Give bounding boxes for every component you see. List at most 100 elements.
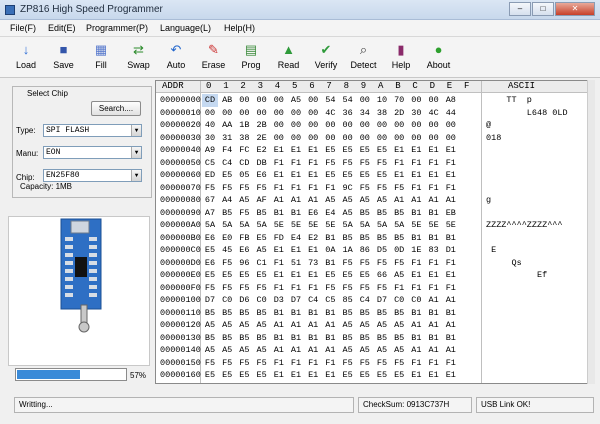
hex-byte[interactable]: F1: [426, 282, 442, 295]
hex-byte[interactable]: E2: [254, 144, 270, 157]
hex-byte[interactable]: F1: [322, 182, 338, 195]
hex-byte[interactable]: 5A: [254, 219, 270, 232]
hex-byte[interactable]: D7: [202, 294, 218, 307]
hex-byte[interactable]: E1: [305, 169, 321, 182]
hex-byte[interactable]: 00: [288, 107, 304, 120]
hex-byte[interactable]: F5: [202, 382, 218, 384]
hex-byte[interactable]: E5: [340, 369, 356, 382]
hex-byte[interactable]: E5: [202, 269, 218, 282]
hex-byte[interactable]: B5: [374, 207, 390, 220]
hex-byte[interactable]: 4C: [322, 107, 338, 120]
hex-byte[interactable]: F5: [202, 282, 218, 295]
hex-byte[interactable]: F1: [288, 282, 304, 295]
hex-byte[interactable]: E6: [202, 232, 218, 245]
hex-byte[interactable]: F1: [443, 282, 459, 295]
hex-byte[interactable]: 00: [408, 119, 424, 132]
hex-byte[interactable]: A1: [426, 319, 442, 332]
hex-byte[interactable]: A1: [443, 344, 459, 357]
hex-byte[interactable]: F1: [408, 382, 424, 384]
hex-byte[interactable]: 51: [288, 257, 304, 270]
hex-byte[interactable]: F1: [288, 157, 304, 170]
hex-byte[interactable]: E5: [374, 169, 390, 182]
hex-byte[interactable]: B5: [374, 307, 390, 320]
hex-byte[interactable]: F1: [408, 282, 424, 295]
hex-byte[interactable]: A1: [426, 194, 442, 207]
hex-byte[interactable]: DB: [254, 157, 270, 170]
hex-byte[interactable]: A4: [219, 194, 235, 207]
hex-byte[interactable]: 5A: [374, 219, 390, 232]
hex-byte[interactable]: E1: [288, 244, 304, 257]
hex-byte[interactable]: B5: [254, 307, 270, 320]
hex-byte[interactable]: EB: [443, 207, 459, 220]
hex-byte[interactable]: B5: [219, 307, 235, 320]
hex-byte[interactable]: AB: [219, 94, 235, 107]
manu-select[interactable]: EON ▼: [43, 146, 142, 159]
hex-byte[interactable]: B5: [391, 207, 407, 220]
hex-byte[interactable]: B5: [391, 332, 407, 345]
hex-byte[interactable]: C4: [357, 294, 373, 307]
hex-byte[interactable]: E1: [288, 369, 304, 382]
hex-byte[interactable]: F1: [305, 382, 321, 384]
hex-byte[interactable]: E5: [219, 169, 235, 182]
maximize-button[interactable]: □: [532, 2, 554, 16]
hex-byte[interactable]: 00: [271, 107, 287, 120]
hex-byte[interactable]: A5: [202, 344, 218, 357]
hex-byte[interactable]: B5: [219, 332, 235, 345]
hex-byte[interactable]: F5: [374, 382, 390, 384]
hex-byte[interactable]: 00: [305, 119, 321, 132]
hex-byte[interactable]: E1: [426, 269, 442, 282]
hex-byte[interactable]: A1: [426, 294, 442, 307]
about-button[interactable]: ● About: [421, 39, 457, 77]
hex-byte[interactable]: 00: [391, 132, 407, 145]
hex-byte[interactable]: F5: [340, 157, 356, 170]
hex-byte[interactable]: B1: [305, 332, 321, 345]
hex-byte[interactable]: B1: [426, 332, 442, 345]
hex-byte[interactable]: E4: [288, 232, 304, 245]
hex-byte[interactable]: 00: [426, 132, 442, 145]
hex-byte[interactable]: A5: [391, 319, 407, 332]
hex-byte[interactable]: F5: [374, 157, 390, 170]
hex-byte[interactable]: F1: [408, 182, 424, 195]
hex-byte[interactable]: F5: [340, 382, 356, 384]
hex-byte[interactable]: 30: [408, 107, 424, 120]
hex-byte[interactable]: A1: [288, 319, 304, 332]
hex-byte[interactable]: 5A: [340, 219, 356, 232]
hex-byte[interactable]: 00: [357, 94, 373, 107]
hex-byte[interactable]: A7: [202, 207, 218, 220]
hex-byte[interactable]: B5: [340, 307, 356, 320]
menu-file[interactable]: File(F): [10, 23, 36, 33]
hex-byte[interactable]: E5: [357, 169, 373, 182]
hex-byte[interactable]: 00: [305, 107, 321, 120]
hex-byte[interactable]: 2E: [254, 132, 270, 145]
hex-byte[interactable]: 70: [391, 94, 407, 107]
hex-byte[interactable]: 00: [254, 107, 270, 120]
hex-byte[interactable]: B1: [322, 257, 338, 270]
hex-byte[interactable]: B5: [357, 332, 373, 345]
hex-byte[interactable]: A1: [305, 344, 321, 357]
hex-byte[interactable]: C0: [408, 294, 424, 307]
hex-byte[interactable]: F1: [443, 357, 459, 370]
hex-byte[interactable]: 10: [374, 94, 390, 107]
hex-byte[interactable]: A1: [408, 319, 424, 332]
hex-byte[interactable]: A5: [374, 344, 390, 357]
hex-byte[interactable]: B1: [271, 307, 287, 320]
hex-byte[interactable]: E5: [219, 269, 235, 282]
close-button[interactable]: ✕: [555, 2, 595, 16]
hex-byte[interactable]: 67: [202, 194, 218, 207]
hex-byte[interactable]: A5: [236, 319, 252, 332]
hex-byte[interactable]: A5: [288, 94, 304, 107]
hex-byte[interactable]: E6: [202, 257, 218, 270]
hex-byte[interactable]: A5: [219, 344, 235, 357]
hex-byte[interactable]: B1: [322, 232, 338, 245]
hex-byte[interactable]: 5A: [202, 219, 218, 232]
hex-byte[interactable]: F5: [254, 382, 270, 384]
hex-byte[interactable]: A1: [443, 294, 459, 307]
hex-byte[interactable]: E1: [391, 144, 407, 157]
hex-byte[interactable]: D3: [271, 294, 287, 307]
hex-byte[interactable]: F1: [305, 357, 321, 370]
vertical-scrollbar[interactable]: [587, 80, 595, 384]
hex-byte[interactable]: B5: [374, 232, 390, 245]
hex-byte[interactable]: F5: [254, 182, 270, 195]
hex-byte[interactable]: AF: [254, 194, 270, 207]
hex-byte[interactable]: 86: [357, 244, 373, 257]
